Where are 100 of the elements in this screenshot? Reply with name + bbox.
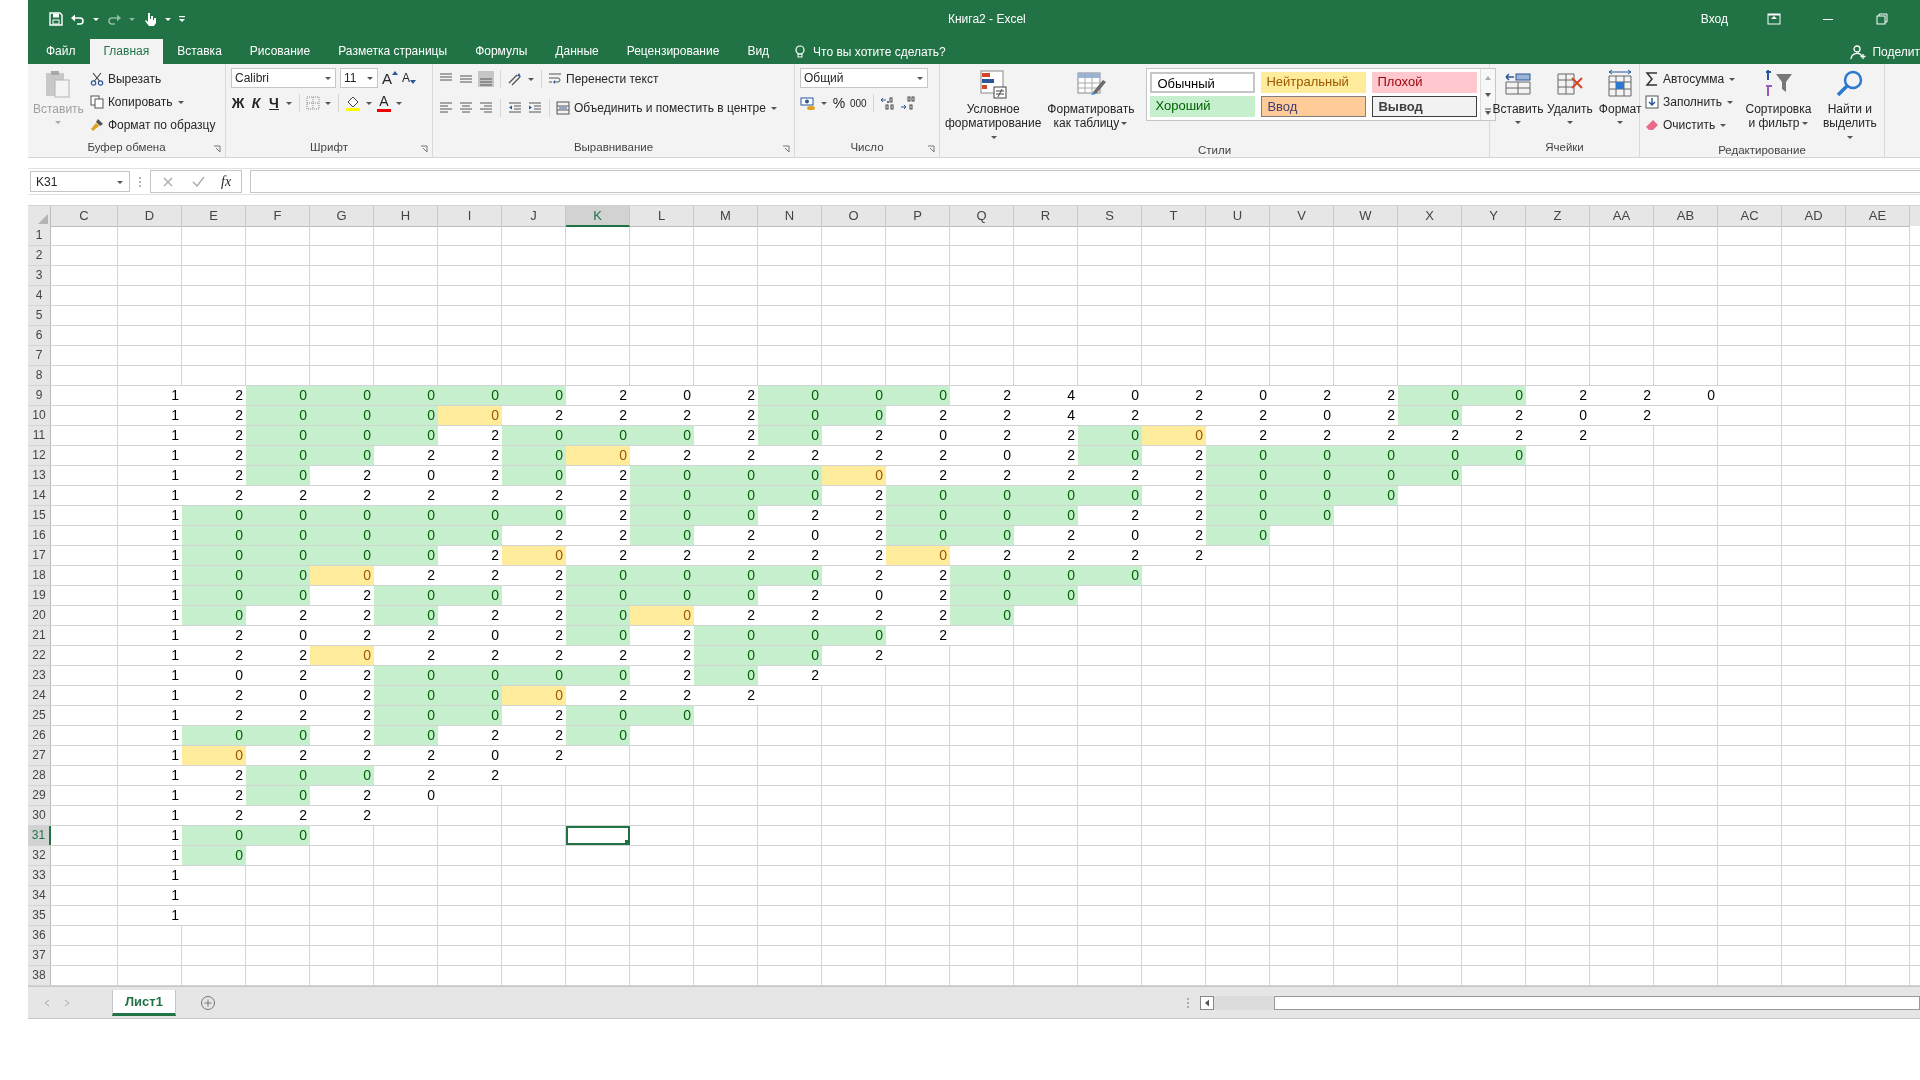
column-header[interactable]: AB xyxy=(1654,206,1718,227)
align-center-icon[interactable] xyxy=(458,99,474,116)
row-header[interactable]: 23 xyxy=(28,666,51,685)
row-header[interactable]: 26 xyxy=(28,726,51,745)
find-select-button[interactable]: Найти и выделить xyxy=(1820,68,1879,144)
fill-color-icon[interactable] xyxy=(345,95,361,111)
ribbon-tab[interactable]: Рецензирование xyxy=(612,39,734,64)
ribbon-tab[interactable]: Главная xyxy=(89,39,164,64)
wrap-text-button[interactable]: Перенести текст xyxy=(548,68,659,89)
row-header[interactable]: 20 xyxy=(28,606,51,625)
tell-me-search[interactable]: Что вы хотите сделать? xyxy=(783,39,946,64)
more-icon[interactable] xyxy=(1483,106,1494,117)
number-format-field[interactable]: Общий xyxy=(800,68,928,88)
column-header[interactable]: Y xyxy=(1462,206,1526,227)
caret-icon[interactable] xyxy=(820,99,828,107)
row-header[interactable]: 19 xyxy=(28,586,51,605)
currency-icon[interactable] xyxy=(800,95,816,111)
row-header[interactable]: 35 xyxy=(28,906,51,925)
thousands-button[interactable]: 000 xyxy=(850,97,867,109)
conditional-formatting-button[interactable]: Условное форматирование xyxy=(945,68,1042,144)
align-right-icon[interactable] xyxy=(478,99,494,116)
caret-icon[interactable] xyxy=(395,99,403,107)
column-header[interactable]: AD xyxy=(1782,206,1846,227)
ribbon-tab[interactable]: Разметка страницы xyxy=(324,39,462,64)
row-header[interactable]: 5 xyxy=(28,306,51,325)
column-header[interactable]: R xyxy=(1014,206,1078,227)
row-header[interactable]: 6 xyxy=(28,326,51,345)
align-left-icon[interactable] xyxy=(438,99,454,116)
bold-button[interactable]: Ж xyxy=(231,95,245,111)
customize-icon[interactable] xyxy=(178,14,186,23)
column-header[interactable]: N xyxy=(758,206,822,227)
row-header[interactable]: 28 xyxy=(28,766,51,785)
ribbon-tab[interactable]: Формулы xyxy=(461,39,542,64)
row-header[interactable]: 37 xyxy=(28,946,51,965)
caret-icon[interactable] xyxy=(285,99,293,107)
cut-button[interactable]: Вырезать xyxy=(89,68,216,89)
column-header[interactable]: C xyxy=(51,206,118,227)
row-header[interactable]: 33 xyxy=(28,866,51,885)
row-header[interactable]: 29 xyxy=(28,786,51,805)
formula-input[interactable] xyxy=(250,170,1920,193)
column-header[interactable]: L xyxy=(630,206,694,227)
row-header[interactable]: 8 xyxy=(28,366,51,385)
column-header[interactable]: J xyxy=(502,206,566,227)
font-size-field[interactable]: 11 xyxy=(340,68,378,88)
row-header[interactable]: 38 xyxy=(28,966,51,985)
copy-button[interactable]: Копировать xyxy=(89,91,216,112)
column-header[interactable]: M xyxy=(694,206,758,227)
column-header[interactable]: V xyxy=(1270,206,1334,227)
cell-style-option[interactable]: Вывод xyxy=(1372,96,1478,117)
cell-style-option[interactable]: Обычный xyxy=(1150,72,1256,93)
clear-button[interactable]: Очистить xyxy=(1645,114,1737,135)
cell-style-option[interactable]: Хороший xyxy=(1150,96,1256,117)
add-sheet-icon[interactable] xyxy=(199,994,216,1011)
increase-indent-icon[interactable] xyxy=(527,99,543,116)
row-header[interactable]: 27 xyxy=(28,746,51,765)
row-header[interactable]: 12 xyxy=(28,446,51,465)
enter-icon[interactable] xyxy=(191,174,205,189)
column-header[interactable]: AE xyxy=(1846,206,1910,227)
dialog-launcher-icon[interactable] xyxy=(927,145,935,153)
column-header[interactable]: Z xyxy=(1526,206,1590,227)
scroll-left-icon[interactable] xyxy=(1200,995,1214,1010)
ribbon-tab[interactable]: Рисование xyxy=(235,39,325,64)
column-header[interactable]: U xyxy=(1206,206,1270,227)
column-header[interactable]: AC xyxy=(1718,206,1782,227)
align-bottom-icon[interactable] xyxy=(478,70,494,87)
column-header[interactable]: G xyxy=(310,206,374,227)
insert-cells-button[interactable]: Вставить xyxy=(1495,68,1541,126)
row-header[interactable]: 18 xyxy=(28,566,51,585)
sort-filter-button[interactable]: Сортировка и фильтр xyxy=(1742,68,1815,130)
cell-style-option[interactable]: Нейтральный xyxy=(1261,72,1367,93)
shrink-font-button[interactable]: A xyxy=(402,71,417,85)
ribbon-tab[interactable]: Вставка xyxy=(163,39,236,64)
ribbon-tab[interactable]: Данные xyxy=(541,39,613,64)
column-header[interactable]: W xyxy=(1334,206,1398,227)
column-header[interactable]: K xyxy=(566,206,630,227)
format-painter-button[interactable]: Формат по образцу xyxy=(89,114,216,135)
row-header[interactable]: 11 xyxy=(28,426,51,445)
merge-center-button[interactable]: Объединить и поместить в центре xyxy=(556,97,778,118)
row-header[interactable]: 15 xyxy=(28,506,51,525)
ribbon-display-icon[interactable] xyxy=(1766,10,1782,27)
dialog-launcher-icon[interactable] xyxy=(420,145,428,153)
hand-icon[interactable] xyxy=(142,10,158,27)
row-header[interactable]: 17 xyxy=(28,546,51,565)
column-header[interactable]: Q xyxy=(950,206,1014,227)
ribbon-tab[interactable]: Файл xyxy=(32,39,90,64)
fill-button[interactable]: Заполнить xyxy=(1645,91,1737,112)
column-header[interactable]: P xyxy=(886,206,950,227)
selected-cell[interactable] xyxy=(566,826,630,845)
restore-icon[interactable] xyxy=(1874,10,1890,27)
dialog-launcher-icon[interactable] xyxy=(213,145,221,153)
dialog-launcher-icon[interactable] xyxy=(782,145,790,153)
italic-button[interactable]: К xyxy=(249,95,263,111)
save-icon[interactable] xyxy=(48,10,64,27)
row-header[interactable]: 30 xyxy=(28,806,51,825)
column-header[interactable]: S xyxy=(1078,206,1142,227)
insert-function-button[interactable]: fx xyxy=(221,173,232,190)
percent-button[interactable]: % xyxy=(832,95,846,111)
row-header[interactable]: 1 xyxy=(28,226,51,245)
grow-font-button[interactable]: A xyxy=(382,69,398,87)
sheet-tab[interactable]: Лист1 xyxy=(112,989,176,1016)
